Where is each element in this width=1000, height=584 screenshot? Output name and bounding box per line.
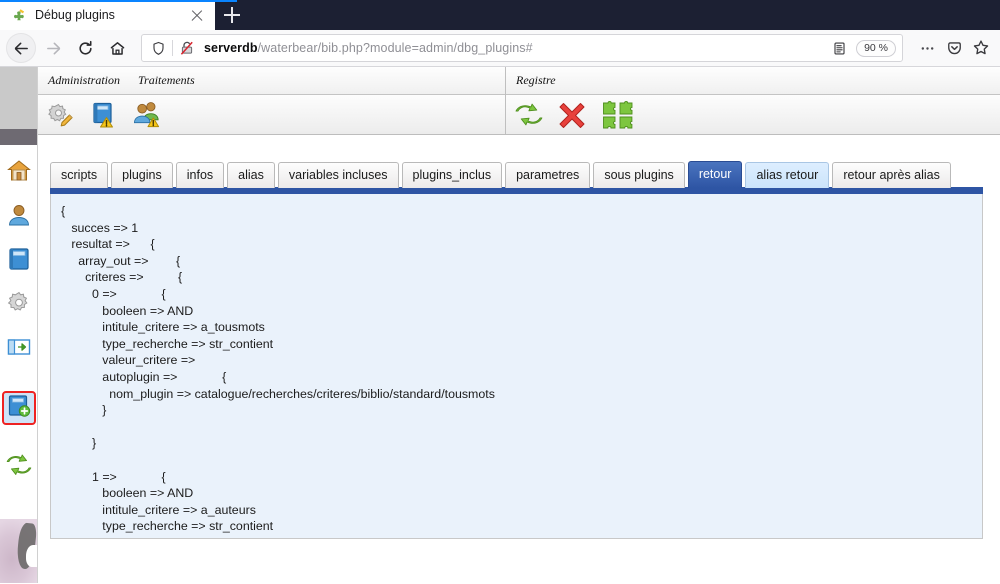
rail-selection-marker bbox=[0, 129, 37, 145]
sidebar-item-panel[interactable] bbox=[4, 334, 34, 364]
forward-arrow-icon[interactable] bbox=[38, 33, 68, 63]
puzzle-icon bbox=[11, 7, 27, 23]
tab-alias[interactable]: alias bbox=[227, 162, 275, 188]
registre-menubar: Registre bbox=[506, 67, 1000, 95]
user-icon bbox=[6, 202, 32, 233]
menu-administration[interactable]: Administration bbox=[48, 73, 120, 88]
url-bar[interactable]: serverdb/waterbear/bib.php?module=admin/… bbox=[141, 34, 903, 62]
tab-parametres[interactable]: parametres bbox=[505, 162, 591, 188]
menu-registre[interactable]: Registre bbox=[516, 73, 556, 88]
menu-traitements[interactable]: Traitements bbox=[138, 73, 195, 88]
browser-actions bbox=[911, 35, 994, 61]
book-icon bbox=[6, 246, 32, 277]
admin-toolbar bbox=[38, 95, 505, 134]
shield-icon[interactable] bbox=[146, 36, 170, 60]
gear-icon bbox=[6, 290, 32, 321]
url-text[interactable]: serverdb/waterbear/bib.php?module=admin/… bbox=[199, 41, 824, 55]
broken-lock-icon[interactable] bbox=[175, 36, 199, 60]
pocket-icon[interactable] bbox=[941, 35, 967, 61]
puzzle-pieces-icon[interactable] bbox=[600, 100, 638, 130]
bookmark-star-icon[interactable] bbox=[968, 35, 994, 61]
page-content: Administration Traitements Registre scri… bbox=[38, 67, 1000, 583]
rail-header bbox=[0, 67, 37, 129]
debug-output-text: { succes => 1 resultat => { array_out =>… bbox=[61, 204, 495, 538]
ellipsis-icon[interactable] bbox=[914, 35, 940, 61]
sidebar-item-catalog[interactable] bbox=[4, 246, 34, 276]
home-icon bbox=[6, 158, 32, 189]
sidebar-photo bbox=[0, 519, 37, 583]
book-add-icon bbox=[6, 393, 32, 424]
tab-plugins[interactable]: plugins bbox=[111, 162, 173, 188]
web-page: Administration Traitements Registre scri… bbox=[0, 67, 1000, 583]
new-tab-button[interactable] bbox=[215, 0, 249, 30]
reload-icon[interactable] bbox=[70, 33, 100, 63]
users-warning-icon[interactable] bbox=[132, 100, 162, 130]
tabs-underline-bar bbox=[50, 187, 983, 194]
refresh-green-icon[interactable] bbox=[514, 100, 544, 130]
tab-retour-apres-alias[interactable]: retour après alias bbox=[832, 162, 951, 188]
browser-window: Débug plugins serverdb/waterbear/bib.php… bbox=[0, 0, 1000, 584]
home-icon[interactable] bbox=[102, 33, 132, 63]
admin-menubar: Administration Traitements bbox=[38, 67, 505, 95]
debug-tabs-widget: scripts plugins infos alias variables in… bbox=[38, 135, 1000, 539]
tab-plugins-inclus[interactable]: plugins_inclus bbox=[401, 162, 503, 188]
tab-scripts[interactable]: scripts bbox=[50, 162, 109, 188]
sidebar-item-refresh[interactable] bbox=[4, 452, 34, 482]
admin-panel: Administration Traitements bbox=[38, 67, 506, 134]
sidebar-rail bbox=[0, 67, 38, 583]
panel-arrow-icon bbox=[6, 334, 32, 365]
tabs-row: scripts plugins infos alias variables in… bbox=[50, 161, 1000, 188]
close-icon[interactable] bbox=[189, 7, 205, 23]
tab-title: Débug plugins bbox=[35, 8, 115, 22]
zoom-level-indicator[interactable]: 90 % bbox=[856, 39, 896, 57]
gear-pencil-icon[interactable] bbox=[46, 100, 76, 130]
tab-sous-plugins[interactable]: sous plugins bbox=[593, 162, 685, 188]
tab-infos[interactable]: infos bbox=[175, 162, 225, 188]
reader-mode-icon[interactable] bbox=[824, 33, 854, 63]
book-warning-icon[interactable] bbox=[89, 100, 119, 130]
tab-variables-incluses[interactable]: variables incluses bbox=[277, 162, 399, 188]
delete-red-x-icon[interactable] bbox=[557, 100, 587, 130]
sidebar-item-add-record[interactable] bbox=[1, 391, 36, 425]
registre-panel: Registre bbox=[506, 67, 1000, 134]
sidebar-item-user[interactable] bbox=[4, 202, 34, 232]
navigation-toolbar: serverdb/waterbear/bib.php?module=admin/… bbox=[0, 30, 1000, 67]
rail-icon-list bbox=[0, 145, 37, 489]
sidebar-item-settings[interactable] bbox=[4, 290, 34, 320]
tab-strip: Débug plugins bbox=[0, 0, 1000, 30]
app-toolbars: Administration Traitements Registre bbox=[38, 67, 1000, 135]
sidebar-item-home[interactable] bbox=[4, 158, 34, 188]
tab-content-panel: { succes => 1 resultat => { array_out =>… bbox=[50, 194, 983, 539]
registre-toolbar bbox=[506, 95, 1000, 134]
back-arrow-icon[interactable] bbox=[6, 33, 36, 63]
url-separator bbox=[172, 40, 173, 56]
url-host: serverdb bbox=[204, 41, 258, 55]
tab-alias-retour[interactable]: alias retour bbox=[745, 162, 830, 188]
url-bar-actions: 90 % bbox=[824, 33, 898, 63]
tab-retour[interactable]: retour bbox=[687, 161, 743, 188]
refresh-icon bbox=[5, 451, 33, 484]
browser-tab[interactable]: Débug plugins bbox=[0, 0, 215, 30]
url-path: /waterbear/bib.php?module=admin/dbg_plug… bbox=[257, 41, 533, 55]
